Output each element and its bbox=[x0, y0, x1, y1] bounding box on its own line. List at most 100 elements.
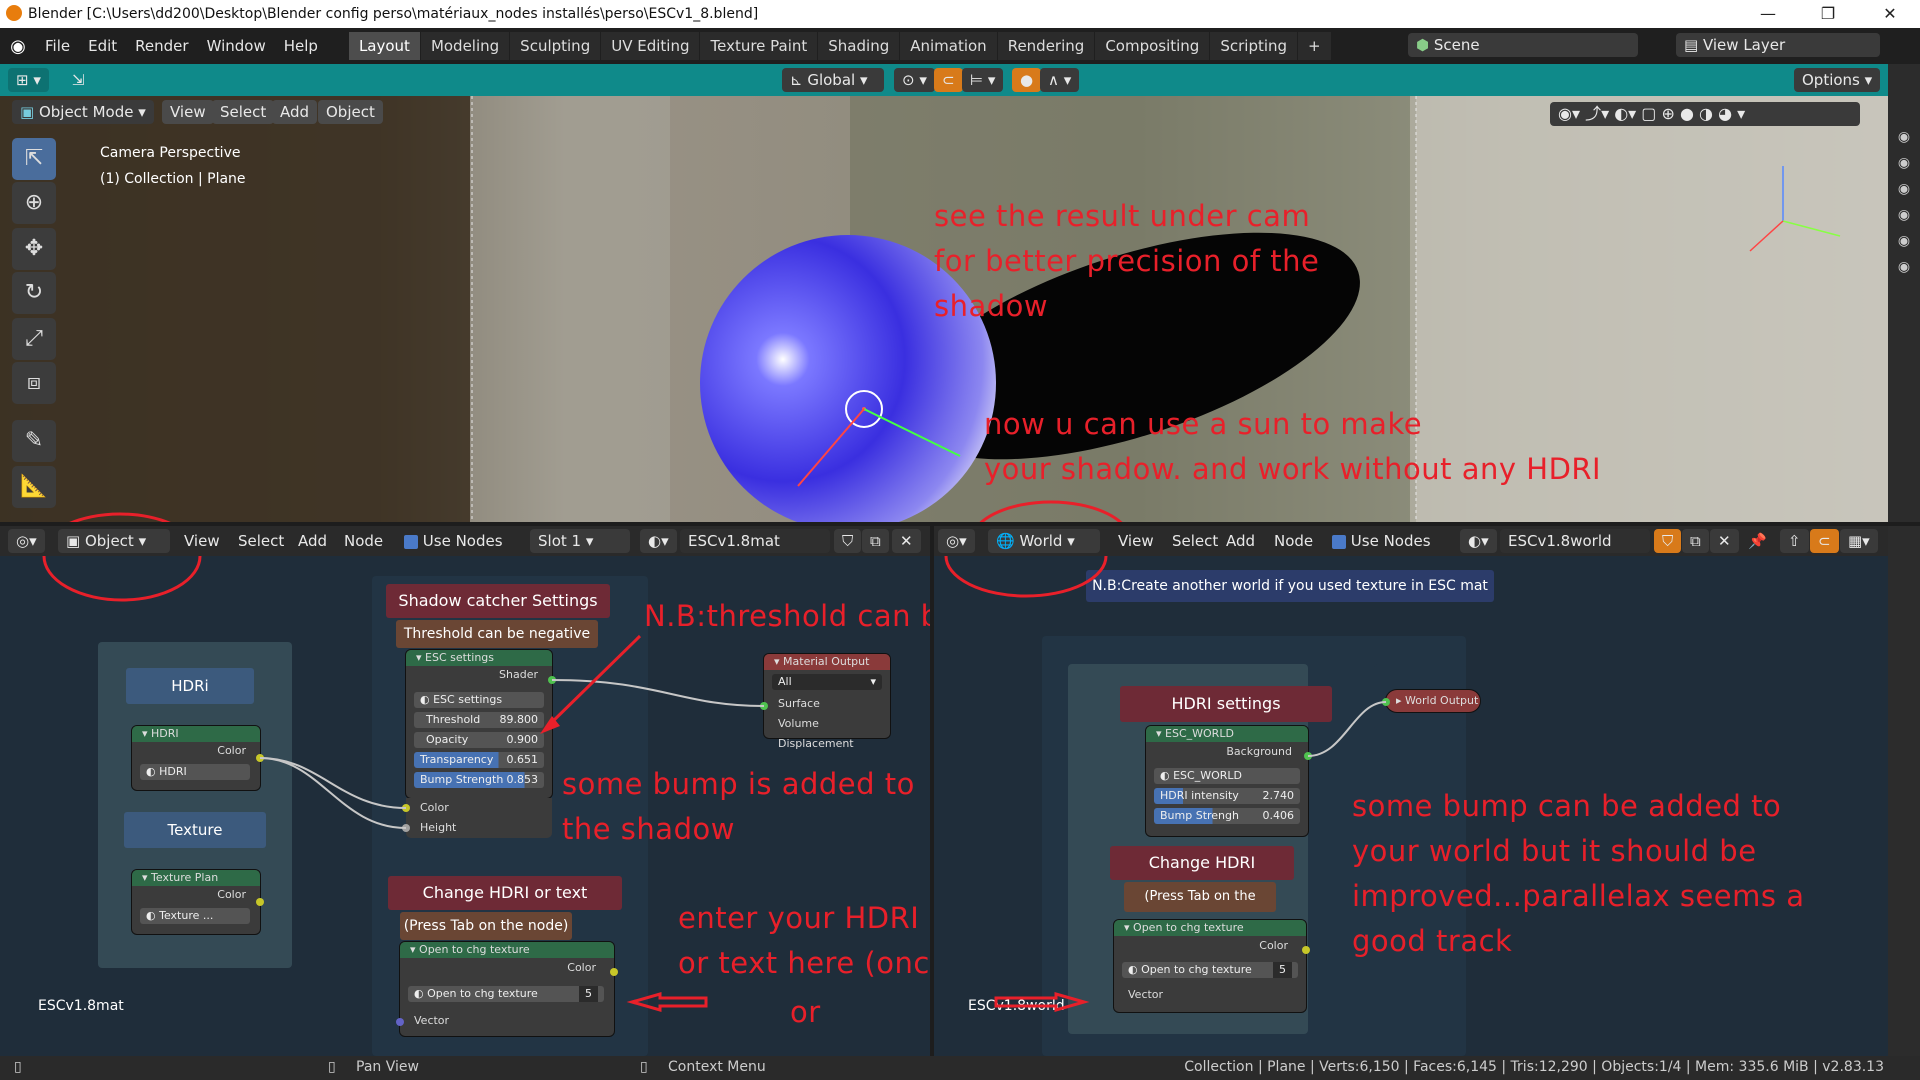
shader-type-dropdown[interactable]: ▣ Object ▾ bbox=[58, 529, 170, 553]
world-duplicate-icon[interactable]: ⧉ bbox=[1682, 529, 1709, 553]
fake-user-icon[interactable]: ⛉ bbox=[834, 529, 862, 553]
tab-shading[interactable]: Shading bbox=[818, 32, 900, 60]
checkbox-icon bbox=[404, 534, 418, 549]
node-sidebar-tabs[interactable] bbox=[1888, 526, 1920, 1056]
world-checkbox-icon bbox=[1332, 534, 1346, 549]
view-layer-selector[interactable]: ▤ View Layer bbox=[1676, 33, 1880, 57]
world-menu-add[interactable]: Add bbox=[1218, 529, 1263, 553]
world-fake-user-icon[interactable]: ⛉ bbox=[1654, 529, 1682, 553]
menu-window[interactable]: Window bbox=[198, 37, 275, 55]
left-node-editor-header: ◎▾ ▣ Object ▾ View Select Add Node Use N… bbox=[0, 526, 930, 556]
world-name-field[interactable]: ESCv1.8world bbox=[1500, 529, 1650, 553]
mouse-left-icon: ▯ bbox=[14, 1059, 22, 1075]
world-editor-type-icon[interactable]: ◎▾ bbox=[938, 529, 975, 553]
node-menu-add[interactable]: Add bbox=[290, 529, 335, 553]
world-unlink-icon[interactable]: ✕ bbox=[1710, 529, 1739, 553]
pin-icon[interactable]: 📌 bbox=[1740, 529, 1775, 553]
viewport-menu-object[interactable]: Object bbox=[318, 100, 383, 124]
world-menu-select[interactable]: Select bbox=[1164, 529, 1226, 553]
snap-target-dropdown[interactable]: ⊨ ▾ bbox=[962, 68, 1004, 92]
right-node-canvas[interactable]: N.B:Create another world if you used tex… bbox=[934, 556, 1888, 1056]
material-name: ESCv1.8mat bbox=[688, 532, 780, 550]
camera-perspective-label: Camera Perspective bbox=[100, 145, 241, 161]
editor-type-button[interactable]: ⊞ ▾ bbox=[8, 68, 49, 92]
menu-edit[interactable]: Edit bbox=[79, 37, 126, 55]
blender-menu-icon[interactable]: ◉ bbox=[0, 36, 36, 57]
title-bar: Blender [C:\Users\dd200\Desktop\Blender … bbox=[0, 0, 1920, 28]
blender-logo-icon bbox=[6, 5, 22, 21]
transform-pivot-icon[interactable]: ⇲ bbox=[64, 68, 93, 92]
view-layer-icon: ▤ bbox=[1684, 36, 1703, 54]
annotation-bump-shadow: some bump is added to the shadow bbox=[562, 767, 915, 846]
material-browse-icon[interactable]: ◐▾ bbox=[640, 529, 677, 553]
scene-label: Scene bbox=[1433, 36, 1480, 54]
world-menu-view[interactable]: View bbox=[1110, 529, 1162, 553]
tab-rendering[interactable]: Rendering bbox=[997, 32, 1095, 60]
context-menu-hint: Context Menu bbox=[668, 1059, 766, 1075]
menu-render[interactable]: Render bbox=[126, 37, 197, 55]
left-node-canvas[interactable]: HDRi Texture ▾ HDRI Color ◐ HDRI ▾ Textu… bbox=[0, 556, 930, 1056]
3d-viewport[interactable]: ▣ Object Mode ▾ View Select Add Object C… bbox=[0, 96, 1888, 522]
world-browse-icon[interactable]: ◐▾ bbox=[1460, 529, 1497, 553]
world-menu-node[interactable]: Node bbox=[1266, 529, 1321, 553]
visibility-icons[interactable]: ◉ ◉ ◉ ◉ ◉ ◉ bbox=[1888, 64, 1920, 280]
options-dropdown[interactable]: Options ▾ bbox=[1794, 68, 1881, 92]
snap-node-icon[interactable]: ⊂ bbox=[1810, 529, 1839, 553]
slot-dropdown[interactable]: Slot 1 ▾ bbox=[530, 529, 630, 553]
scene-stats: Collection | Plane | Verts:6,150 | Faces… bbox=[1184, 1059, 1884, 1075]
use-nodes-checkbox[interactable]: Use Nodes bbox=[396, 529, 511, 553]
mouse-middle-icon: ▯ bbox=[328, 1059, 336, 1075]
right-node-editor-header: ◎▾ 🌐 World ▾ View Select Add Node Use No… bbox=[934, 526, 1888, 556]
tab-scripting[interactable]: Scripting bbox=[1210, 32, 1298, 60]
node-editor-type-icon[interactable]: ◎▾ bbox=[8, 529, 45, 553]
world-use-nodes-checkbox[interactable]: Use Nodes bbox=[1324, 529, 1439, 553]
rotate-tool-icon[interactable]: ↻ bbox=[12, 272, 56, 314]
unlink-material-icon[interactable]: ✕ bbox=[892, 529, 921, 553]
duplicate-material-icon[interactable]: ⧉ bbox=[862, 529, 889, 553]
tab-animation[interactable]: Animation bbox=[900, 32, 997, 60]
world-type-dropdown[interactable]: 🌐 World ▾ bbox=[988, 529, 1100, 553]
maximize-button[interactable]: ❐ bbox=[1800, 0, 1856, 28]
tab-compositing[interactable]: Compositing bbox=[1095, 32, 1210, 60]
falloff-dropdown[interactable]: ∧ ▾ bbox=[1040, 68, 1080, 92]
scale-tool-icon[interactable]: ⤢ bbox=[12, 318, 56, 360]
node-menu-view[interactable]: View bbox=[176, 529, 228, 553]
annotate-tool-icon[interactable]: ✎ bbox=[12, 420, 56, 462]
pivot-button[interactable]: ⊙ ▾ bbox=[894, 68, 935, 92]
mode-dropdown[interactable]: ▣ Object Mode ▾ bbox=[12, 100, 154, 124]
tab-sculpting[interactable]: Sculpting bbox=[510, 32, 601, 60]
viewport-menu-add[interactable]: Add bbox=[272, 100, 318, 124]
node-menu-node[interactable]: Node bbox=[336, 529, 391, 553]
menu-file[interactable]: File bbox=[36, 37, 79, 55]
material-name-field[interactable]: ESCv1.8mat bbox=[680, 529, 830, 553]
scene-selector[interactable]: ⬢ Scene bbox=[1408, 33, 1638, 57]
world-use-nodes-label: Use Nodes bbox=[1350, 532, 1431, 550]
tab-layout[interactable]: Layout bbox=[348, 32, 420, 60]
window-title: Blender [C:\Users\dd200\Desktop\Blender … bbox=[28, 6, 759, 22]
tab-uv-editing[interactable]: UV Editing bbox=[601, 32, 700, 60]
world-circle-annotation-top bbox=[979, 500, 1123, 522]
menu-help[interactable]: Help bbox=[275, 37, 327, 55]
tab-modeling[interactable]: Modeling bbox=[420, 32, 510, 60]
add-workspace-button[interactable]: + bbox=[1298, 32, 1331, 60]
parent-node-icon[interactable]: ⇧ bbox=[1780, 529, 1809, 553]
move-tool-icon[interactable]: ✥ bbox=[12, 228, 56, 270]
transform-tool-icon[interactable]: ⧈ bbox=[12, 362, 56, 404]
world-globe-icon: 🌐 bbox=[996, 532, 1020, 550]
viewport-shading-buttons[interactable]: ◉▾ ⤴▾ ◐▾ ▢ ⊕ ● ◑ ◕ ▾ bbox=[1550, 102, 1860, 126]
proportional-edit-toggle[interactable]: ● bbox=[1012, 68, 1042, 92]
cursor-tool-icon[interactable]: ⊕ bbox=[12, 182, 56, 224]
close-button[interactable]: ✕ bbox=[1862, 0, 1918, 28]
backdrop-icon[interactable]: ▦▾ bbox=[1840, 529, 1878, 553]
tab-texture-paint[interactable]: Texture Paint bbox=[700, 32, 818, 60]
node-menu-select[interactable]: Select bbox=[230, 529, 292, 553]
snap-toggle[interactable]: ⊂ bbox=[934, 68, 963, 92]
viewport-menu-view[interactable]: View bbox=[162, 100, 214, 124]
select-tool-icon[interactable]: ⇱ bbox=[12, 138, 56, 180]
shader-type-label: Object bbox=[84, 532, 134, 550]
viewport-menu-select[interactable]: Select bbox=[212, 100, 275, 124]
mouse-right-icon: ▯ bbox=[640, 1059, 648, 1075]
minimize-button[interactable]: — bbox=[1740, 0, 1796, 28]
viewport-sidebar-tabs[interactable]: ◉ ◉ ◉ ◉ ◉ ◉ bbox=[1888, 64, 1920, 522]
orientation-dropdown[interactable]: ⊾ Global ▾ bbox=[782, 68, 884, 92]
